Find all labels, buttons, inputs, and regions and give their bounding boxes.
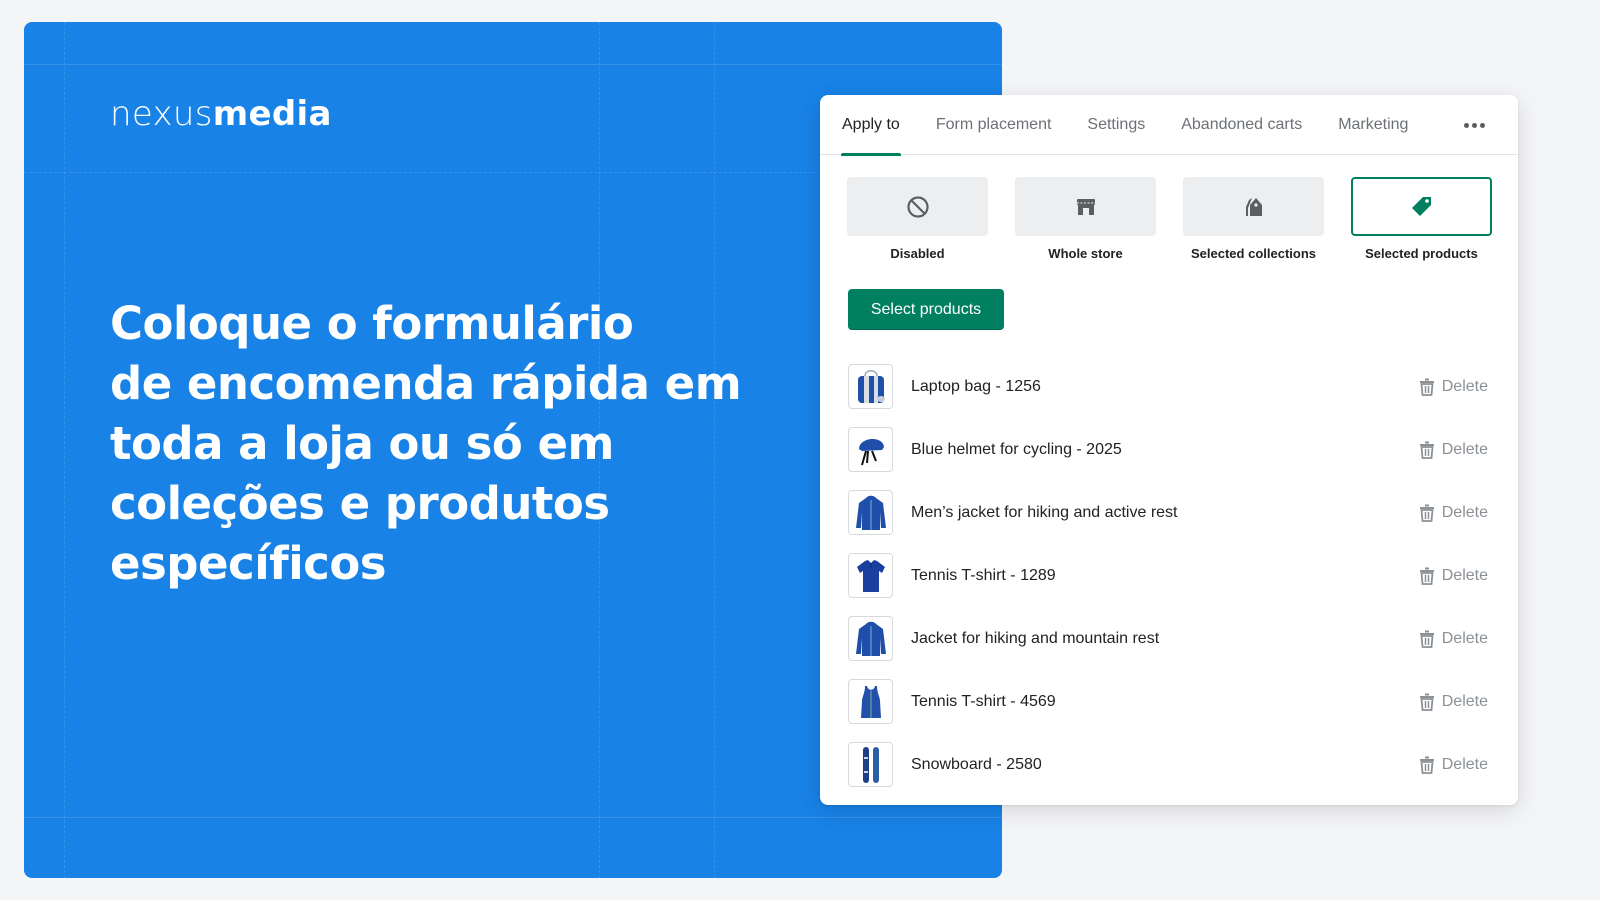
delete-button[interactable]: Delete	[1419, 441, 1488, 459]
trash-icon	[1419, 630, 1434, 648]
collections-tags-icon	[1245, 197, 1262, 216]
more-tabs-button[interactable]	[1460, 113, 1488, 137]
headline-line: específicos	[110, 537, 387, 590]
helmet-icon	[858, 438, 884, 465]
store-icon	[1076, 198, 1095, 215]
delete-label: Delete	[1441, 755, 1488, 773]
delete-label: Delete	[1441, 692, 1488, 710]
product-name: Laptop bag - 1256	[911, 377, 1041, 395]
delete-button[interactable]: Delete	[1419, 756, 1488, 774]
option-box	[847, 177, 988, 236]
product-thumbnail	[848, 616, 893, 661]
delete-button[interactable]: Delete	[1419, 630, 1488, 648]
option-box	[1351, 177, 1492, 236]
product-row: Snowboard - 2580 Delete	[848, 733, 1488, 796]
option-disabled[interactable]: Disabled	[847, 177, 988, 261]
product-row: Laptop bag - 1256 Delete	[848, 355, 1488, 418]
tank-top-icon	[860, 685, 881, 718]
brand-logo: nexusmedia	[110, 94, 332, 134]
headline-line: toda a loja ou só em	[110, 417, 614, 470]
trash-icon	[1419, 441, 1434, 459]
product-name: Tennis T-shirt - 4569	[911, 692, 1056, 710]
delete-button[interactable]: Delete	[1419, 693, 1488, 711]
product-row: Men’s jacket for hiking and active rest …	[848, 481, 1488, 544]
headline-line: de encomenda rápida em	[110, 357, 742, 410]
product-name: Tennis T-shirt - 1289	[911, 566, 1056, 584]
grid-line	[24, 64, 1002, 65]
product-thumbnail	[848, 490, 893, 535]
product-thumbnail	[848, 427, 893, 472]
product-thumbnail	[848, 679, 893, 724]
settings-card: Apply to Form placement Settings Abandon…	[820, 95, 1518, 805]
dot	[1479, 122, 1485, 128]
logo-bold-text: media	[212, 94, 332, 134]
headline-line: coleções e produtos	[110, 477, 610, 530]
tab-abandoned-carts[interactable]: Abandoned carts	[1181, 95, 1302, 155]
bag-icon	[857, 369, 885, 403]
option-box	[1183, 177, 1324, 236]
option-box	[1015, 177, 1156, 236]
product-row: Jacket for hiking and mountain rest Dele…	[848, 607, 1488, 670]
dot	[1471, 122, 1477, 128]
trash-icon	[1419, 378, 1434, 396]
option-label: Selected collections	[1191, 246, 1316, 261]
option-whole-store[interactable]: Whole store	[1015, 177, 1156, 261]
delete-label: Delete	[1441, 377, 1488, 395]
product-tag-icon	[1411, 196, 1431, 216]
trash-icon	[1419, 693, 1434, 711]
trash-icon	[1419, 567, 1434, 585]
grid-line	[64, 22, 65, 878]
option-selected-collections[interactable]: Selected collections	[1183, 177, 1324, 261]
horizontal-dots-icon	[1463, 122, 1469, 128]
product-row: Tennis T-shirt - 1289 Delete	[848, 544, 1488, 607]
headline: Coloque o formulário de encomenda rápida…	[110, 294, 742, 594]
product-row: Blue helmet for cycling - 2025 Delete	[848, 418, 1488, 481]
product-list: Laptop bag - 1256 Delete Blue helmet for…	[848, 355, 1488, 796]
delete-label: Delete	[1441, 566, 1488, 584]
option-label: Disabled	[890, 246, 945, 261]
tab-form-placement[interactable]: Form placement	[936, 95, 1052, 155]
grid-line	[24, 817, 1002, 818]
tshirt-icon	[856, 559, 885, 592]
snowboard-icon	[862, 746, 879, 783]
delete-label: Delete	[1441, 440, 1488, 458]
logo-light-text: nexus	[110, 94, 213, 134]
delete-button[interactable]: Delete	[1419, 378, 1488, 396]
product-name: Blue helmet for cycling - 2025	[911, 440, 1122, 458]
product-name: Jacket for hiking and mountain rest	[911, 629, 1160, 647]
tab-marketing[interactable]: Marketing	[1338, 95, 1408, 155]
delete-button[interactable]: Delete	[1419, 504, 1488, 522]
jacket-icon	[855, 495, 886, 530]
option-label: Whole store	[1048, 246, 1123, 261]
trash-icon	[1419, 504, 1434, 522]
option-selected-products[interactable]: Selected products	[1351, 177, 1492, 261]
delete-button[interactable]: Delete	[1419, 567, 1488, 585]
product-name: Men’s jacket for hiking and active rest	[911, 503, 1178, 521]
tab-settings[interactable]: Settings	[1087, 95, 1145, 155]
option-label: Selected products	[1365, 246, 1478, 261]
product-thumbnail	[848, 364, 893, 409]
product-thumbnail	[848, 742, 893, 787]
tab-bar: Apply to Form placement Settings Abandon…	[820, 95, 1518, 156]
product-thumbnail	[848, 553, 893, 598]
select-products-button[interactable]: Select products	[848, 289, 1004, 330]
delete-label: Delete	[1441, 629, 1488, 647]
jacket-icon	[855, 621, 886, 656]
product-name: Snowboard - 2580	[911, 755, 1042, 773]
headline-line: Coloque o formulário	[110, 297, 634, 350]
trash-icon	[1419, 756, 1434, 774]
disabled-circle-icon	[906, 195, 929, 218]
apply-options: Disabled Whole store Selected collection…	[820, 155, 1518, 261]
product-row: Tennis T-shirt - 4569 Delete	[848, 670, 1488, 733]
tab-apply-to[interactable]: Apply to	[841, 95, 901, 156]
delete-label: Delete	[1441, 503, 1488, 521]
